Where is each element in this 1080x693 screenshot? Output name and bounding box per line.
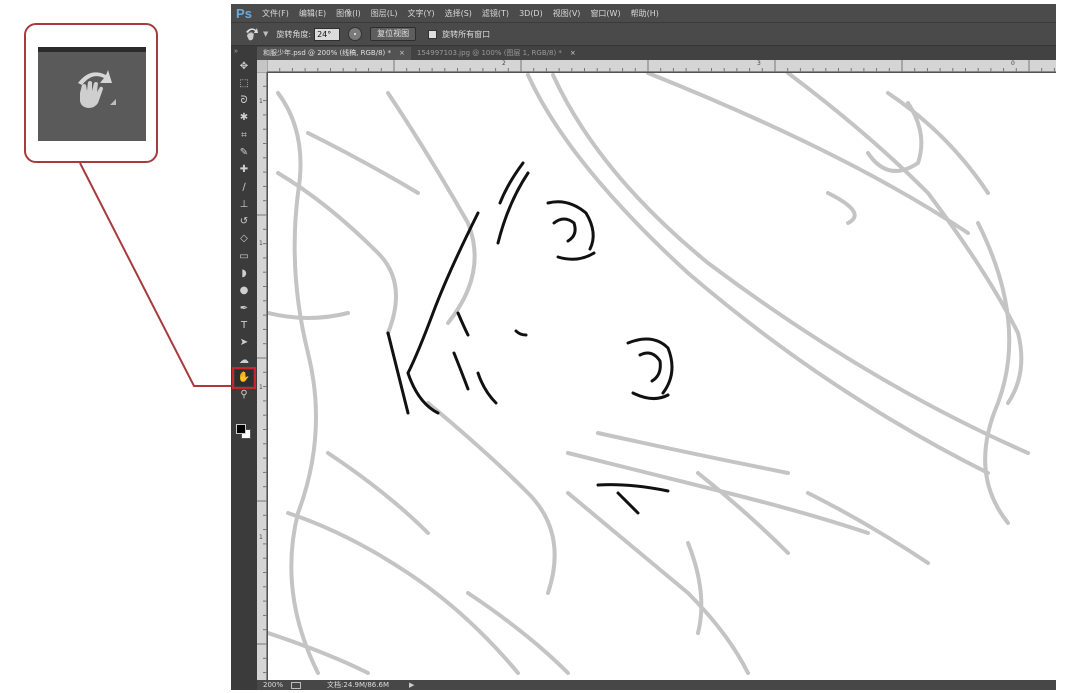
tab-label: 和服少年.psd @ 200% (线稿, RGB/8) * <box>263 49 391 57</box>
move-tool[interactable]: ✥ <box>235 59 253 75</box>
type-tool[interactable]: T <box>235 318 253 334</box>
close-icon[interactable]: × <box>399 47 405 60</box>
reset-view-button[interactable]: 复位视图 <box>370 27 417 41</box>
toolbox-collapse-icon[interactable]: » <box>234 48 238 55</box>
menu-help[interactable]: 帮助(H) <box>626 8 664 19</box>
callout-box <box>24 23 158 163</box>
eyedropper-tool[interactable]: ✎ <box>235 145 253 161</box>
ruler-mark: 3 <box>757 60 761 67</box>
tool-preset-dropdown-icon[interactable]: ▼ <box>263 30 268 38</box>
menu-window[interactable]: 窗口(W) <box>585 8 625 19</box>
close-icon[interactable]: × <box>570 47 576 60</box>
foreground-color-swatch[interactable] <box>236 424 246 434</box>
marquee-tool[interactable]: ⬚ <box>235 76 253 92</box>
ruler-mark: 1 <box>259 384 263 391</box>
ruler-corner <box>257 60 267 72</box>
rotation-angle-input[interactable]: 24° <box>314 27 341 41</box>
tab-label: 154997103.jpg @ 100% (图层 1, RGB/8) * <box>416 49 562 57</box>
ruler-ticks <box>257 72 267 674</box>
rotation-dial[interactable] <box>348 27 363 41</box>
menu-view[interactable]: 视图(V) <box>548 8 586 19</box>
document-tabs: 和服少年.psd @ 200% (线稿, RGB/8) * × 15499710… <box>257 46 1056 60</box>
rotate-all-windows-label: 旋转所有窗口 <box>442 29 491 39</box>
dodge-tool[interactable]: ● <box>235 283 253 299</box>
shape-tool[interactable]: ☁ <box>235 353 253 369</box>
crop-tool[interactable]: ⌗ <box>235 128 253 144</box>
pen-tool[interactable]: ✒ <box>235 301 253 317</box>
eraser-tool[interactable]: ◇ <box>235 231 253 247</box>
ruler-mark: 2 <box>502 60 506 67</box>
rotate-all-windows-checkbox[interactable] <box>428 29 438 39</box>
toolbox: ✥ ⬚ ᘐ ✱ ⌗ ✎ ✚ ∕ ⊥ ↺ ◇ ▭ ◗ ● ✒ T ➤ ☁ ✋ ⚲ <box>232 59 256 479</box>
status-menu-arrow-icon[interactable]: ▶ <box>409 681 414 689</box>
brush-tool[interactable]: ∕ <box>235 180 253 196</box>
ruler-mark: 1 <box>259 534 263 541</box>
gradient-tool[interactable]: ▭ <box>235 249 253 265</box>
path-select-tool[interactable]: ➤ <box>235 335 253 351</box>
options-bar: ▼ 旋转角度: 24° 复位视图 旋转所有窗口 <box>231 22 1056 46</box>
callout-panel-bar <box>38 47 146 52</box>
rotate-view-tool[interactable]: ✋ <box>232 367 256 389</box>
line-art-sketch <box>268 73 1030 675</box>
menu-bar: Ps 文件(F) 编辑(E) 图像(I) 图层(L) 文字(Y) 选择(S) 滤… <box>231 4 1056 22</box>
ruler-mark: 0 <box>1011 60 1015 67</box>
rotate-view-icon <box>78 70 116 108</box>
menu-type[interactable]: 文字(Y) <box>402 8 439 19</box>
export-icon[interactable] <box>291 681 302 689</box>
menu-3d[interactable]: 3D(D) <box>514 9 548 18</box>
ruler-horizontal[interactable]: 2 3 0 <box>267 60 1056 72</box>
rotate-view-icon[interactable] <box>241 25 261 43</box>
menu-select[interactable]: 选择(S) <box>440 8 477 19</box>
tab-document-2[interactable]: 154997103.jpg @ 100% (图层 1, RGB/8) * × <box>411 47 582 60</box>
document-canvas[interactable] <box>268 73 1056 680</box>
photoshop-window: Ps 文件(F) 编辑(E) 图像(I) 图层(L) 文字(Y) 选择(S) 滤… <box>231 4 1056 690</box>
history-brush-tool[interactable]: ↺ <box>235 214 253 230</box>
quick-select-tool[interactable]: ✱ <box>235 110 253 126</box>
ruler-vertical[interactable]: 1 1 1 1 <box>257 72 267 680</box>
ps-logo: Ps <box>236 5 252 21</box>
status-bar: 200% 文档:24.9M/86.6M ▶ <box>257 680 1056 690</box>
tab-document-1[interactable]: 和服少年.psd @ 200% (线稿, RGB/8) * × <box>257 47 411 60</box>
ruler-ticks <box>267 60 1055 72</box>
menu-file[interactable]: 文件(F) <box>257 8 294 19</box>
document-size: 文档:24.9M/86.6M <box>327 681 389 689</box>
menu-edit[interactable]: 编辑(E) <box>294 8 331 19</box>
rotation-angle-label: 旋转角度: <box>276 29 312 39</box>
stamp-tool[interactable]: ⊥ <box>235 197 253 213</box>
blur-tool[interactable]: ◗ <box>235 266 253 282</box>
menu-image[interactable]: 图像(I) <box>331 8 366 19</box>
healing-tool[interactable]: ✚ <box>235 162 253 178</box>
zoom-tool[interactable]: ⚲ <box>235 387 253 403</box>
lasso-tool[interactable]: ᘐ <box>235 93 253 109</box>
ruler-mark: 1 <box>259 240 263 247</box>
menu-layer[interactable]: 图层(L) <box>366 8 403 19</box>
ruler-mark: 1 <box>259 98 263 105</box>
menu-filter[interactable]: 滤镜(T) <box>477 8 514 19</box>
zoom-level[interactable]: 200% <box>263 681 283 689</box>
